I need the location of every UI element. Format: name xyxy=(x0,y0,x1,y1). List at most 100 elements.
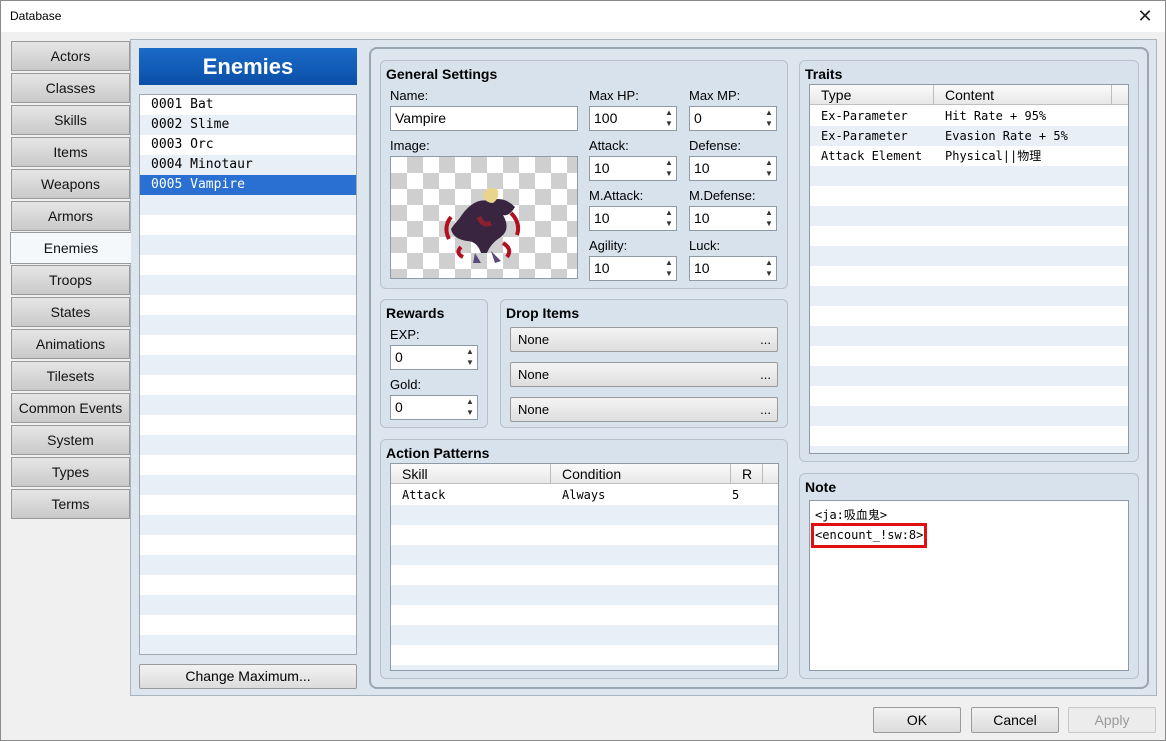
database-window: Database ✕ Actors Classes Skills Items W… xyxy=(0,0,1166,741)
cell-type: Ex-Parameter xyxy=(821,129,908,143)
column-header-r[interactable]: R xyxy=(731,464,763,484)
traits-title: Traits xyxy=(805,66,843,82)
tab-skills[interactable]: Skills xyxy=(11,105,130,135)
tab-tilesets[interactable]: Tilesets xyxy=(11,361,130,391)
defense-value: 10 xyxy=(694,160,710,176)
change-maximum-button[interactable]: Change Maximum... xyxy=(139,664,357,689)
ok-button[interactable]: OK xyxy=(873,707,961,733)
drop-item-label: None xyxy=(518,332,550,347)
m-attack-input[interactable]: 10 ▲ ▼ xyxy=(589,206,677,231)
note-title: Note xyxy=(805,479,837,495)
luck-label: Luck: xyxy=(689,238,721,253)
spinner-arrows-icon[interactable]: ▲ ▼ xyxy=(762,207,776,230)
window-title: Database xyxy=(10,9,62,23)
column-header-content[interactable]: Content xyxy=(934,85,1112,105)
drop-item-button[interactable]: None... xyxy=(510,397,778,422)
spinner-arrows-icon[interactable]: ▲ ▼ xyxy=(463,346,477,369)
cancel-button[interactable]: Cancel xyxy=(971,707,1059,733)
list-item[interactable]: 0004 Minotaur xyxy=(140,155,356,175)
spinner-arrows-icon[interactable]: ▲ ▼ xyxy=(463,396,477,419)
list-item[interactable]: 0003 Orc xyxy=(140,135,356,155)
close-icon[interactable]: ✕ xyxy=(1125,1,1165,32)
spinner-arrows-icon[interactable]: ▲ ▼ xyxy=(662,107,676,130)
column-header-condition[interactable]: Condition xyxy=(551,464,731,484)
max-mp-input[interactable]: 0 ▲ ▼ xyxy=(689,106,777,131)
m-defense-input[interactable]: 10 ▲ ▼ xyxy=(689,206,777,231)
list-item[interactable]: 0001 Bat xyxy=(140,95,356,115)
list-item-selected[interactable]: 0005 Vampire xyxy=(140,175,356,195)
spinner-arrows-icon[interactable]: ▲ ▼ xyxy=(762,107,776,130)
name-label: Name: xyxy=(390,88,429,103)
drop-item-button[interactable]: None... xyxy=(510,362,778,387)
tab-animations[interactable]: Animations xyxy=(11,329,130,359)
m-attack-value: 10 xyxy=(594,210,610,226)
exp-input[interactable]: 0 ▲ ▼ xyxy=(390,345,478,370)
tab-actors[interactable]: Actors xyxy=(11,41,130,71)
ellipsis-icon: ... xyxy=(760,402,771,417)
name-input[interactable]: Vampire xyxy=(390,106,578,131)
enemy-image[interactable] xyxy=(390,156,578,279)
cell-condition: Always xyxy=(562,488,606,502)
agility-input[interactable]: 10 ▲ ▼ xyxy=(589,256,677,281)
max-hp-label: Max HP: xyxy=(589,88,639,103)
action-patterns-title: Action Patterns xyxy=(386,445,490,461)
tab-classes[interactable]: Classes xyxy=(11,73,130,103)
apply-button[interactable]: Apply xyxy=(1068,707,1156,733)
cell-type: Ex-Parameter xyxy=(821,109,908,123)
agility-label: Agility: xyxy=(589,238,628,253)
spinner-arrows-icon[interactable]: ▲ ▼ xyxy=(662,257,676,280)
attack-input[interactable]: 10 ▲ ▼ xyxy=(589,156,677,181)
action-patterns-group: Action Patterns Skill Condition R Attack… xyxy=(380,439,788,679)
exp-label: EXP: xyxy=(390,327,420,342)
luck-input[interactable]: 10 ▲ ▼ xyxy=(689,256,777,281)
tab-common-events[interactable]: Common Events xyxy=(11,393,130,423)
table-header: Type Content xyxy=(810,85,1128,105)
tab-states[interactable]: States xyxy=(11,297,130,327)
traits-group: Traits Type Content Ex-Parameter Hit Rat… xyxy=(799,60,1139,462)
tab-system[interactable]: System xyxy=(11,425,130,455)
table-row[interactable]: Attack Always 5 xyxy=(391,485,778,505)
vampire-sprite-icon xyxy=(444,187,521,263)
defense-input[interactable]: 10 ▲ ▼ xyxy=(689,156,777,181)
gold-input[interactable]: 0 ▲ ▼ xyxy=(390,395,478,420)
spinner-arrows-icon[interactable]: ▲ ▼ xyxy=(662,207,676,230)
max-hp-input[interactable]: 100 ▲ ▼ xyxy=(589,106,677,131)
tab-armors[interactable]: Armors xyxy=(11,201,130,231)
column-header-type[interactable]: Type xyxy=(810,85,934,105)
drop-item-label: None xyxy=(518,402,550,417)
tab-weapons[interactable]: Weapons xyxy=(11,169,130,199)
spinner-arrows-icon[interactable]: ▲ ▼ xyxy=(662,157,676,180)
rewards-title: Rewards xyxy=(386,305,445,321)
table-header: Skill Condition R xyxy=(391,464,778,484)
luck-value: 10 xyxy=(694,260,710,276)
note-textarea[interactable]: <ja:吸血鬼> <encount_!sw:8> xyxy=(809,500,1129,671)
general-settings-group: General Settings Name: Vampire Image: Ma… xyxy=(380,60,788,289)
cell-content: Hit Rate + 95% xyxy=(945,109,1047,123)
table-row[interactable]: Ex-Parameter Hit Rate + 95% xyxy=(810,106,1128,126)
enemy-list[interactable]: 0001 Bat 0002 Slime 0003 Orc 0004 Minota… xyxy=(139,94,357,655)
list-item[interactable]: 0002 Slime xyxy=(140,115,356,135)
tab-items[interactable]: Items xyxy=(11,137,130,167)
tab-enemies[interactable]: Enemies xyxy=(10,232,131,264)
action-patterns-table[interactable]: Skill Condition R Attack Always 5 xyxy=(390,463,779,671)
spinner-arrows-icon[interactable]: ▲ ▼ xyxy=(762,257,776,280)
column-header-skill[interactable]: Skill xyxy=(391,464,551,484)
gold-value: 0 xyxy=(395,399,403,415)
drop-items-group: Drop Items None... None... None... xyxy=(500,299,788,428)
drop-item-button[interactable]: None... xyxy=(510,327,778,352)
tab-troops[interactable]: Troops xyxy=(11,265,130,295)
image-label: Image: xyxy=(390,138,430,153)
max-hp-value: 100 xyxy=(594,110,618,126)
tab-types[interactable]: Types xyxy=(11,457,130,487)
gold-label: Gold: xyxy=(390,377,422,392)
table-row[interactable]: Ex-Parameter Evasion Rate + 5% xyxy=(810,126,1128,146)
cell-skill: Attack xyxy=(402,488,446,502)
tab-terms[interactable]: Terms xyxy=(11,489,130,519)
rewards-group: Rewards EXP: 0 ▲ ▼ Gold: 0 ▲ ▼ xyxy=(380,299,488,428)
table-row[interactable]: Attack Element Physical||物理 xyxy=(810,146,1128,166)
note-line: <ja:吸血鬼> xyxy=(815,508,888,522)
table-body: Attack Always 5 xyxy=(391,485,778,670)
general-settings-title: General Settings xyxy=(386,66,498,82)
spinner-arrows-icon[interactable]: ▲ ▼ xyxy=(762,157,776,180)
traits-table[interactable]: Type Content Ex-Parameter Hit Rate + 95%… xyxy=(809,84,1129,454)
